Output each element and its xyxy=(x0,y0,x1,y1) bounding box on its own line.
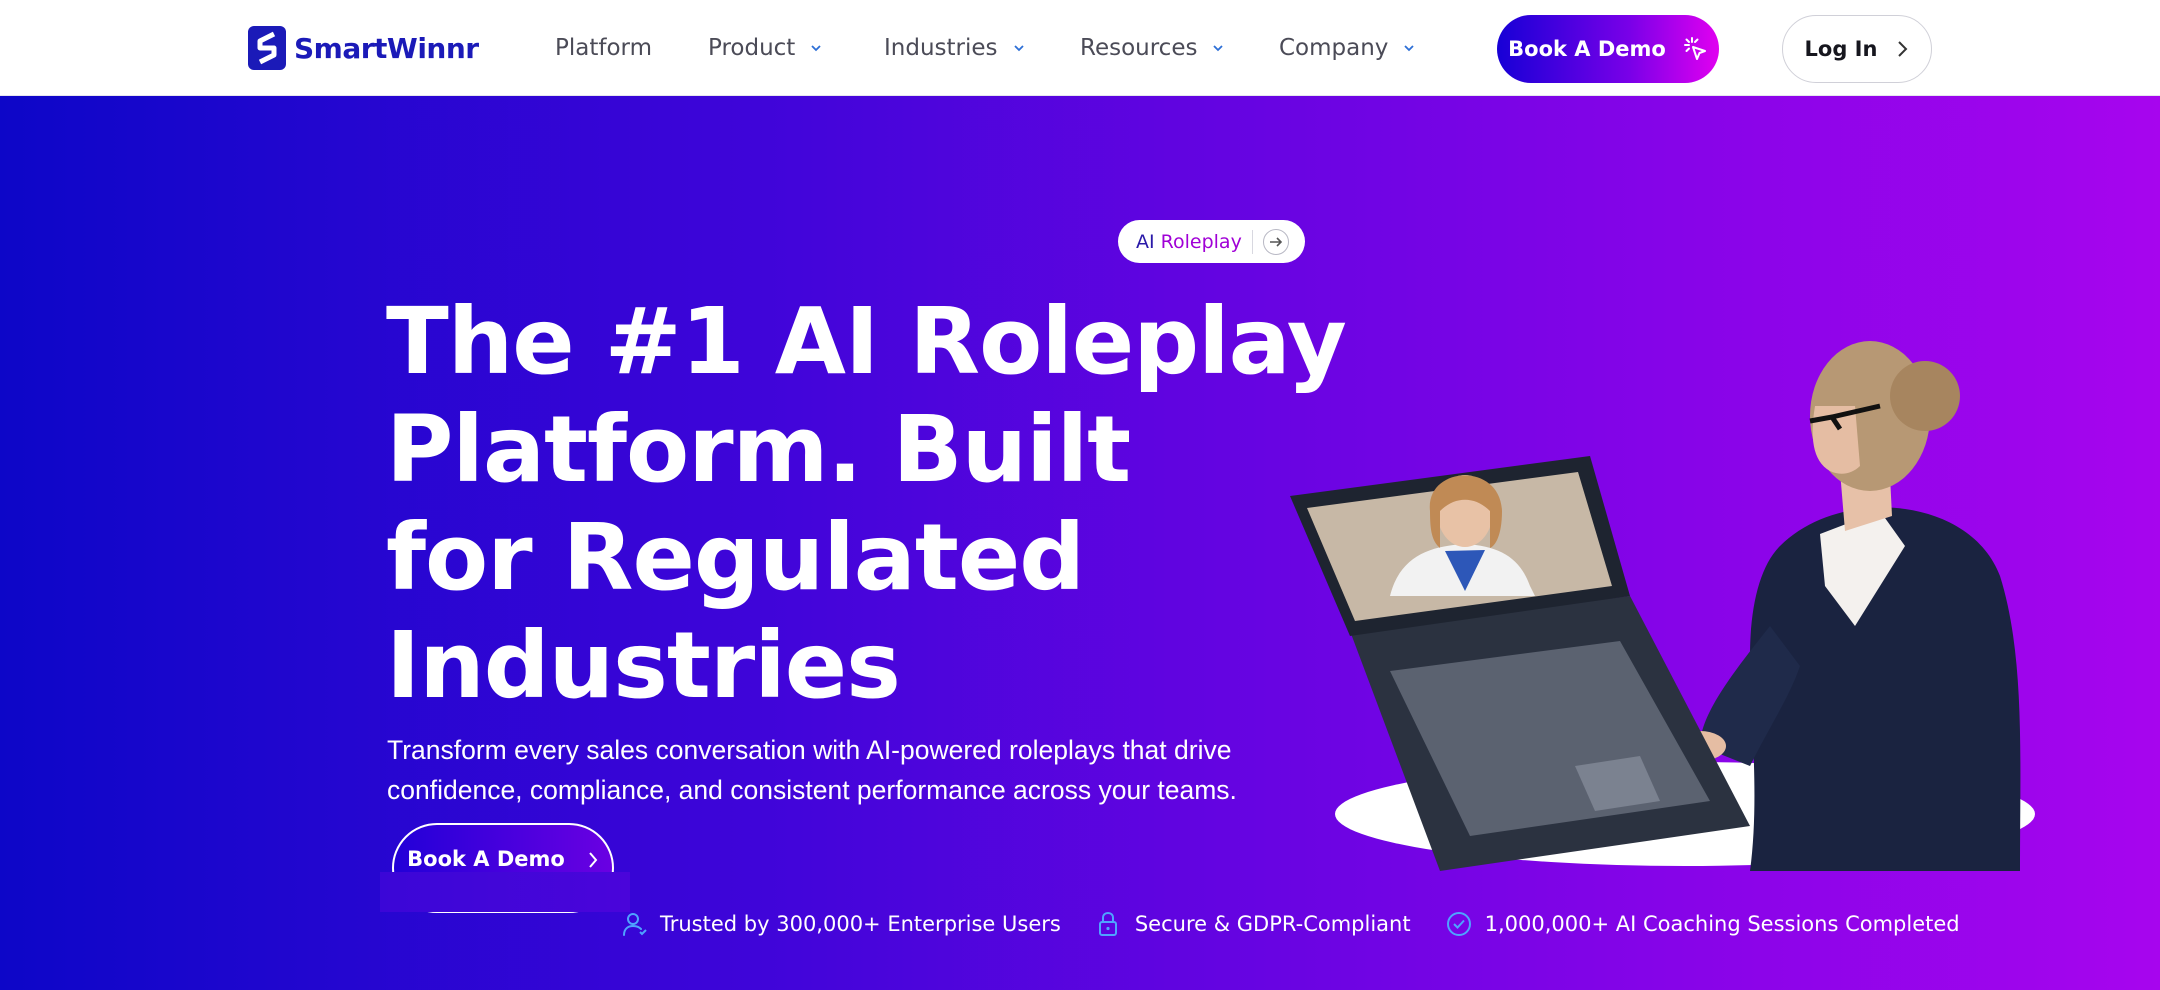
trust-item-sessions: 1,000,000+ AI Coaching Sessions Complete… xyxy=(1445,910,1960,938)
nav-industries-label: Industries xyxy=(884,35,998,61)
arrow-right-icon xyxy=(1262,228,1289,255)
chevron-down-icon xyxy=(1013,45,1024,52)
nav-product[interactable]: Product xyxy=(708,30,823,66)
chevron-down-icon xyxy=(1213,45,1224,52)
lock-icon xyxy=(1098,911,1117,936)
ai-roleplay-pill[interactable]: AI Roleplay xyxy=(1118,220,1305,263)
nav-company[interactable]: Company xyxy=(1279,30,1416,66)
brand-name: SmartWinnr xyxy=(294,31,479,65)
trust-bar: Trusted by 300,000+ Enterprise Users Sec… xyxy=(620,906,1960,942)
subtitle-line: confidence, compliance, and consistent p… xyxy=(387,775,1237,805)
nav-platform-label: Platform xyxy=(555,35,652,61)
nav-company-label: Company xyxy=(1279,35,1389,61)
pill-divider xyxy=(1251,229,1253,254)
nav-resources-label: Resources xyxy=(1080,35,1198,61)
nav-product-label: Product xyxy=(708,35,796,61)
hero-subtitle: Transform every sales conversation with … xyxy=(387,730,1267,810)
chevron-right-icon xyxy=(1898,41,1908,57)
trust-secure-text: Secure & GDPR-Compliant xyxy=(1134,912,1411,936)
book-demo-button[interactable]: Book A Demo xyxy=(1497,15,1719,83)
hero-book-demo-label: Book A Demo xyxy=(407,847,565,871)
chevron-down-icon xyxy=(811,45,821,52)
user-icon xyxy=(623,913,647,936)
book-demo-label: Book A Demo xyxy=(1508,37,1666,61)
brand-logo[interactable]: SmartWinnr xyxy=(248,26,479,70)
login-button[interactable]: Log In xyxy=(1782,15,1932,83)
hero-headline: The #1 AI Roleplay Platform. Built for R… xyxy=(386,288,1386,720)
login-label: Log In xyxy=(1804,37,1878,61)
hero-section: AI Roleplay The #1 AI Roleplay Platform.… xyxy=(0,96,2160,990)
nav-platform[interactable]: Platform xyxy=(555,30,652,66)
top-nav: SmartWinnr Platform Product Industries R… xyxy=(0,0,2160,96)
trust-users-text: Trusted by 300,000+ Enterprise Users xyxy=(660,912,1061,936)
chevron-down-icon xyxy=(1404,45,1415,52)
headline-line: The #1 AI Roleplay xyxy=(386,288,1347,395)
hero-illustration xyxy=(1290,341,2035,871)
headline-line: Industries xyxy=(386,612,901,719)
pill-label: AI Roleplay xyxy=(1136,230,1242,253)
headline-line: Platform. Built xyxy=(386,396,1131,503)
click-sparkle-icon xyxy=(1683,37,1706,60)
cta-overlap-mask xyxy=(380,872,630,912)
trust-item-users: Trusted by 300,000+ Enterprise Users xyxy=(620,910,1061,938)
subtitle-line: Transform every sales conversation with … xyxy=(387,735,1232,765)
nav-industries[interactable]: Industries xyxy=(884,30,1026,66)
logo-mark-icon xyxy=(248,26,286,70)
check-circle-icon xyxy=(1446,912,1471,936)
trust-sessions-text: 1,000,000+ AI Coaching Sessions Complete… xyxy=(1484,912,1960,936)
trust-item-secure: Secure & GDPR-Compliant xyxy=(1095,910,1411,938)
headline-line: for Regulated xyxy=(386,504,1085,611)
hair-bun xyxy=(1890,361,1960,431)
nav-resources[interactable]: Resources xyxy=(1080,30,1225,66)
chevron-right-icon xyxy=(589,852,598,868)
